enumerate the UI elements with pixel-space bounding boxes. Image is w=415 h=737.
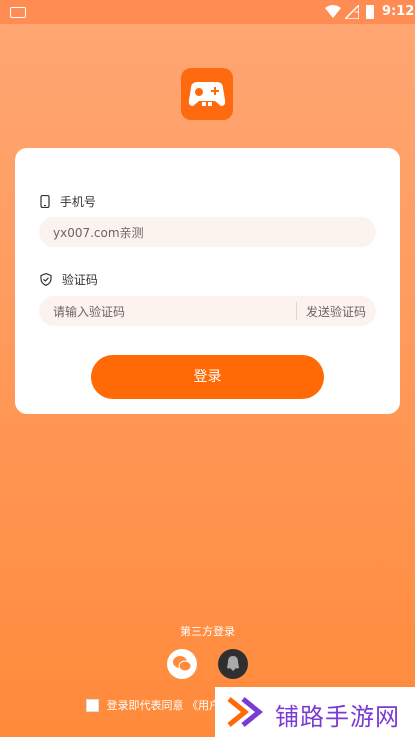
watermark: 铺路手游网 [215, 687, 415, 737]
status-bar: 9:12 [0, 0, 415, 24]
code-label: 验证码 [40, 271, 98, 288]
app-logo-icon [181, 68, 233, 120]
phone-input[interactable]: yx007.com亲测 [39, 217, 376, 247]
code-input-placeholder: 请输入验证码 [53, 305, 126, 319]
login-card: 手机号 yx007.com亲测 验证码 请输入验证码 发送验证码 登录 [15, 148, 400, 414]
code-divider [296, 302, 297, 320]
login-button[interactable]: 登录 [91, 355, 324, 399]
watermark-logo-icon [227, 697, 263, 727]
phone-icon [40, 194, 50, 209]
phone-label: 手机号 [40, 193, 96, 210]
agreement: 登录即代表同意 《用户 [86, 697, 220, 713]
code-label-text: 验证码 [61, 273, 98, 287]
agreement-checkbox[interactable] [86, 698, 99, 712]
qq-icon [227, 656, 239, 671]
shield-icon [40, 272, 52, 287]
status-time: 9:12 [382, 4, 415, 19]
signal-icon [345, 5, 359, 19]
code-input[interactable]: 请输入验证码 发送验证码 [39, 296, 376, 326]
keyboard-icon [10, 7, 26, 18]
send-code-button[interactable]: 发送验证码 [306, 303, 366, 320]
agreement-text: 登录即代表同意 《用户 [106, 699, 221, 712]
qq-login-button[interactable] [218, 649, 248, 679]
battery-icon [366, 5, 374, 19]
wechat-login-button[interactable] [167, 649, 197, 679]
wechat-icon [173, 656, 192, 672]
phone-label-text: 手机号 [59, 195, 96, 209]
third-party-label: 第三方登录 [180, 625, 235, 638]
phone-input-value: yx007.com亲测 [53, 226, 144, 240]
watermark-text: 铺路手游网 [275, 703, 400, 731]
wifi-icon [325, 5, 341, 18]
